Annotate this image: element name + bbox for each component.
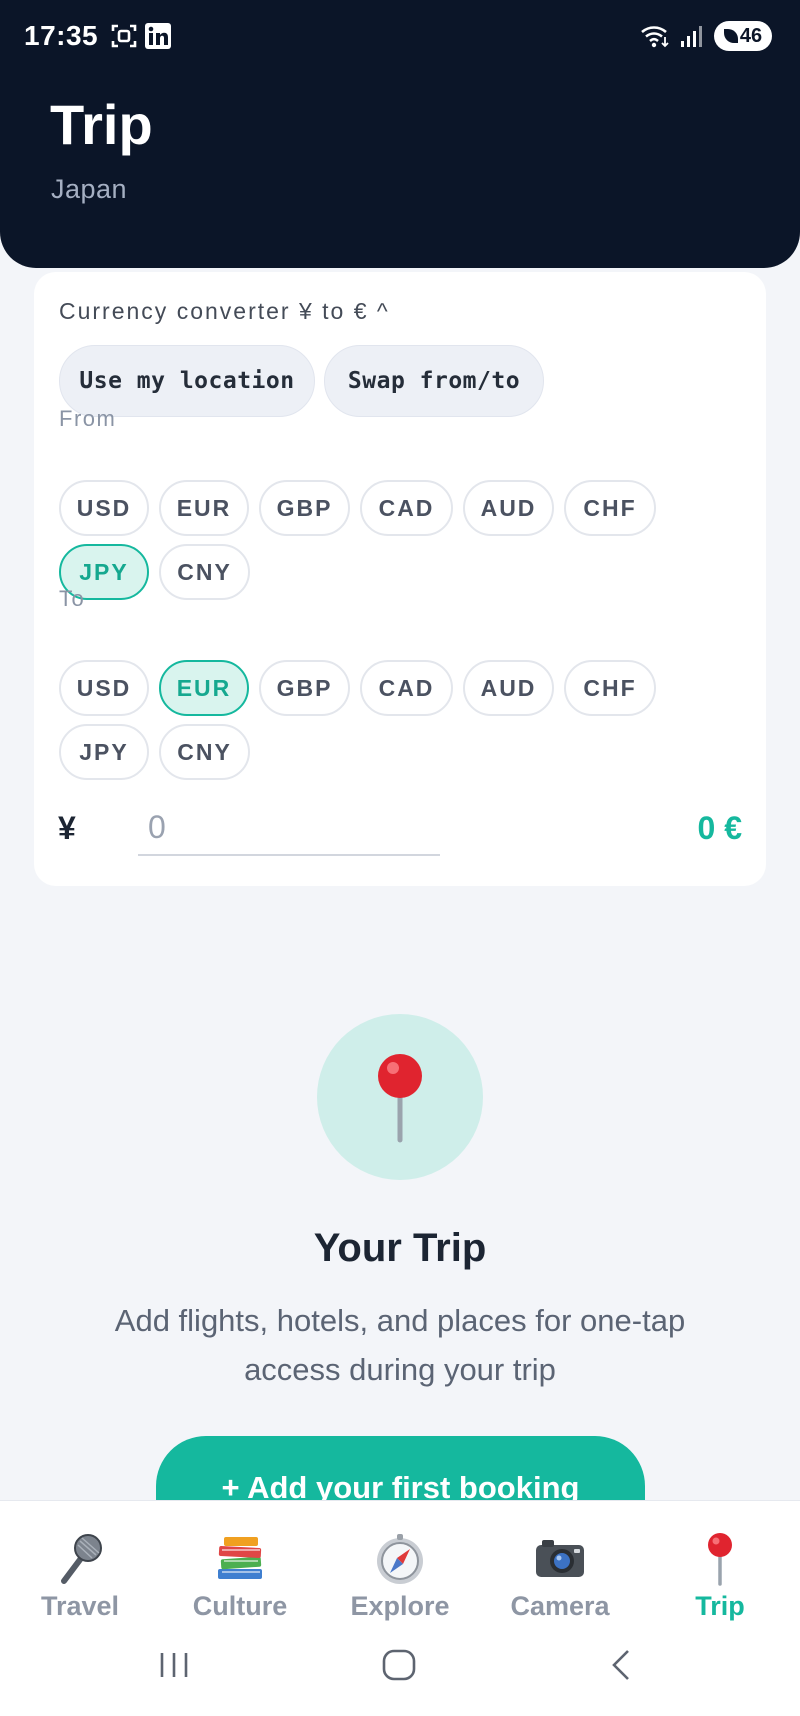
nav-label-camera: Camera <box>510 1591 610 1621</box>
to-label: To <box>59 586 86 611</box>
back-icon[interactable] <box>606 1647 638 1683</box>
converter-toggle[interactable]: Currency converter ¥ to € ^ <box>59 298 390 325</box>
bottom-nav: Travel Culture Explore Camera Trip <box>0 1500 800 1716</box>
empty-state-title: Your Trip <box>313 1226 487 1270</box>
books-icon <box>218 1537 262 1579</box>
page-subtitle: Japan <box>51 174 128 204</box>
camera-icon <box>536 1540 584 1577</box>
currency-converter-card: Currency converter ¥ to € ^ Use my locat… <box>34 272 766 886</box>
to-currency-cad[interactable]: CAD <box>360 660 453 716</box>
status-bar: 17:35 46 <box>0 0 800 72</box>
page-title: Trip <box>50 93 153 156</box>
to-currency-chf[interactable]: CHF <box>564 660 656 716</box>
app-header: 17:35 46 Trip Japan <box>0 0 800 268</box>
pushpin-icon <box>708 1533 732 1586</box>
empty-state-description: Add flights, hotels, and places for one-… <box>114 1303 686 1387</box>
input-currency-symbol: ¥ <box>58 810 76 846</box>
to-currency-gbp[interactable]: GBP <box>259 660 350 716</box>
to-currency-aud[interactable]: AUD <box>463 660 554 716</box>
compass-icon <box>377 1534 423 1584</box>
nav-label-trip: Trip <box>695 1591 745 1621</box>
from-currency-eur[interactable]: EUR <box>159 480 249 536</box>
pushpin-icon <box>378 1054 422 1143</box>
nav-item-camera[interactable]: Camera <box>480 1531 640 1631</box>
power-saving-icon <box>723 29 738 43</box>
to-currency-usd[interactable]: USD <box>59 660 149 716</box>
linkedin-icon <box>145 23 171 49</box>
swap-currencies-button[interactable]: Swap from/to <box>324 345 544 417</box>
nav-label-explore: Explore <box>350 1591 450 1621</box>
status-time: 17:35 <box>24 20 99 51</box>
amount-input[interactable] <box>138 800 440 856</box>
battery-level: 46 <box>739 24 763 47</box>
to-currency-eur[interactable]: EUR <box>159 660 249 716</box>
signal-icon <box>681 26 702 47</box>
from-label: From <box>59 406 117 431</box>
nav-item-travel[interactable]: Travel <box>0 1531 160 1631</box>
from-currency-aud[interactable]: AUD <box>463 480 554 536</box>
system-navigation-bar <box>0 1637 800 1716</box>
battery-indicator: 46 <box>714 21 772 51</box>
to-currency-cny[interactable]: CNY <box>159 724 250 780</box>
from-currency-gbp[interactable]: GBP <box>259 480 350 536</box>
status-right: 46 <box>640 20 772 52</box>
nav-item-culture[interactable]: Culture <box>160 1531 320 1631</box>
from-currency-usd[interactable]: USD <box>59 480 149 536</box>
wifi-icon <box>641 26 669 48</box>
microphone-icon <box>61 1534 102 1584</box>
pin-illustration <box>317 1014 483 1180</box>
recent-apps-icon[interactable] <box>156 1647 192 1683</box>
converted-result: 0 € <box>697 810 742 846</box>
from-currency-chf[interactable]: CHF <box>564 480 656 536</box>
home-icon[interactable] <box>380 1647 418 1683</box>
nav-item-explore[interactable]: Explore <box>320 1531 480 1631</box>
to-currency-jpy[interactable]: JPY <box>59 724 149 780</box>
nav-item-trip[interactable]: Trip <box>640 1531 800 1631</box>
nav-label-travel: Travel <box>40 1591 120 1621</box>
nav-label-culture: Culture <box>192 1591 288 1621</box>
from-currency-cny[interactable]: CNY <box>159 544 250 600</box>
from-currency-cad[interactable]: CAD <box>360 480 453 536</box>
screenshot-icon <box>111 24 137 48</box>
